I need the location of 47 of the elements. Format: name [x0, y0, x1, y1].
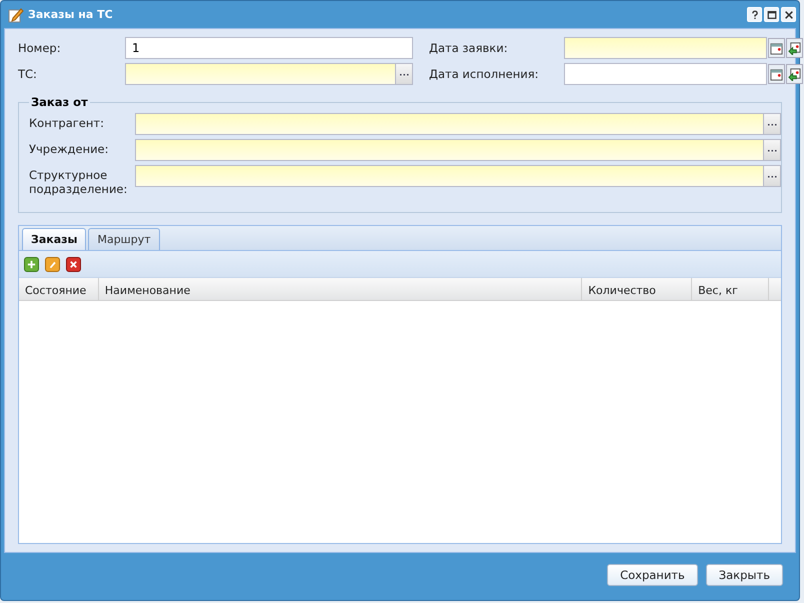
delete-button[interactable]	[66, 256, 81, 272]
today-button[interactable]	[786, 38, 803, 58]
maximize-button[interactable]	[764, 7, 779, 22]
field-label: Номер:	[18, 41, 62, 55]
column-header[interactable]: Количество	[582, 278, 692, 300]
help-icon	[750, 10, 760, 20]
tab[interactable]: Маршрут	[88, 228, 160, 250]
maximize-icon	[766, 10, 776, 20]
field-label: ТС:	[18, 67, 38, 81]
fieldset-title: Заказ от	[30, 95, 89, 109]
plus-icon	[27, 260, 36, 268]
footer-button[interactable]: Сохранить	[607, 564, 698, 586]
pencil-note-icon	[8, 6, 24, 22]
input-field[interactable]	[125, 63, 396, 85]
calendar-icon	[770, 42, 783, 54]
column-header[interactable]: Вес, кг	[692, 278, 769, 300]
field-label: Контрагент:	[29, 115, 105, 130]
footer-button[interactable]: Закрыть	[706, 564, 783, 586]
ellipsis-icon	[768, 122, 776, 126]
close-button[interactable]	[781, 7, 796, 22]
input-field[interactable]	[135, 165, 764, 187]
input-field[interactable]	[564, 37, 767, 59]
field-label: Дата заявки:	[429, 41, 509, 55]
input-field[interactable]	[564, 63, 767, 85]
field-label: Дата исполнения:	[429, 67, 540, 81]
close-icon	[784, 10, 794, 20]
input-field[interactable]	[135, 113, 764, 135]
calendar-icon	[770, 68, 783, 80]
input-field[interactable]	[135, 139, 764, 161]
ellipsis-icon	[768, 148, 776, 152]
calendar-button[interactable]	[768, 38, 785, 58]
cross-icon	[69, 260, 78, 268]
column-header[interactable]: Состояние	[19, 278, 99, 300]
window-title: Заказы на ТС	[28, 8, 113, 21]
tab[interactable]: Заказы	[22, 228, 86, 250]
ellipsis-icon	[768, 174, 776, 178]
add-button[interactable]	[24, 256, 39, 272]
pencil-icon	[48, 260, 57, 268]
field-label: Учреждение:	[29, 141, 110, 156]
input-field[interactable]: 1	[125, 37, 413, 59]
calendar-button[interactable]	[768, 64, 785, 84]
help-button[interactable]	[747, 7, 762, 22]
today-button[interactable]	[786, 64, 803, 84]
column-header[interactable]: Наименование	[98, 278, 582, 300]
field-label: Структурное подразделение:	[29, 167, 128, 196]
edit-button[interactable]	[45, 256, 60, 272]
ellipsis-icon	[400, 72, 408, 76]
